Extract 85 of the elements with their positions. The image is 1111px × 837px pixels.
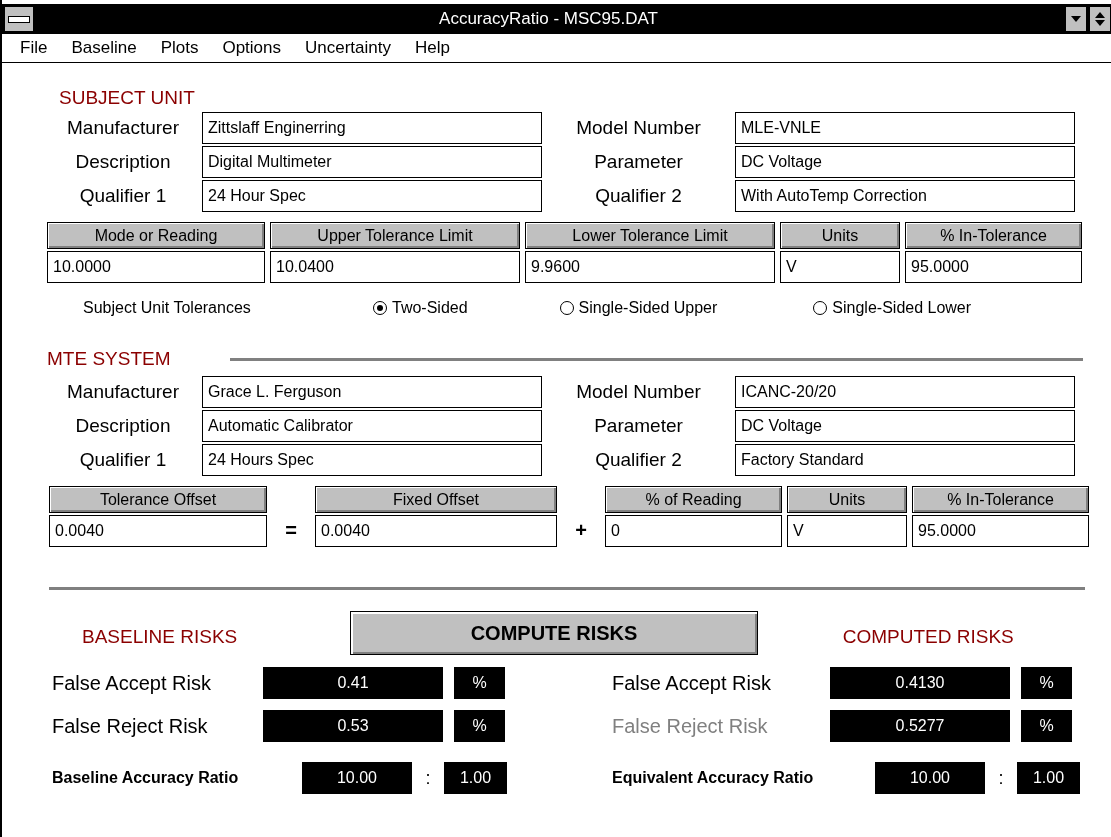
menu-item[interactable]: Plots [160,38,199,58]
minimize-icon[interactable] [1065,6,1087,32]
value-field[interactable]: 95.0000 [905,251,1082,283]
ratio-value: 10.00 [302,762,412,794]
restore-icon[interactable] [1089,6,1111,32]
field-label: Qualifier 2 [594,449,683,471]
section-heading: SUBJECT UNIT [59,87,196,110]
radio-button[interactable]: Single-Sided Lower [813,299,972,317]
value-field[interactable]: 0 [605,515,782,547]
compute-risks-button[interactable]: COMPUTE RISKS [350,611,758,655]
field-label: Qualifier 2 [594,185,683,207]
ratio-value: 1.00 [444,762,507,794]
text-field[interactable]: Grace L. Ferguson [202,376,542,408]
text-field[interactable]: With AutoTemp Correction [735,180,1075,212]
risk-label: False Accept Risk [612,671,772,695]
column-header-button[interactable]: Units [780,222,900,249]
value-field[interactable]: 10.0000 [47,251,265,283]
column-header-button[interactable]: Lower Tolerance Limit [525,222,775,249]
section-heading: COMPUTED RISKS [842,626,1015,648]
field-label: Model Number [575,117,702,139]
field-label: Manufacturer [66,381,180,403]
value-field[interactable]: 95.0000 [912,515,1089,547]
field-label: Qualifier 1 [78,185,168,207]
column-header-button[interactable]: Mode or Reading [47,222,265,249]
field-label: Parameter [593,415,684,437]
risk-value: 0.4130 [830,667,1010,699]
ratio-value: 10.00 [875,762,985,794]
menu-item[interactable]: Options [222,38,281,58]
tolerances-label: Subject Unit Tolerances [83,299,252,317]
system-menu-icon[interactable] [4,6,34,32]
risk-value: 0.5277 [830,710,1010,742]
text-field[interactable]: DC Voltage [735,410,1075,442]
text-field[interactable]: DC Voltage [735,146,1075,178]
section-heading: MTE SYSTEM [47,348,172,370]
operator-sign: + [575,518,587,543]
field-label: Parameter [593,151,684,173]
risk-label: False Reject Risk [52,714,209,738]
ratio-separator: : [997,767,1005,789]
risk-label: False Accept Risk [52,671,212,695]
field-label: Description [74,151,172,173]
text-field[interactable]: Automatic Calibrator [202,410,542,442]
column-header-button[interactable]: % In-Tolerance [912,486,1089,513]
operator-sign: = [285,518,297,543]
field-label: Qualifier 1 [78,449,168,471]
unit-label: % [454,667,505,699]
risk-label: False Reject Risk [612,714,769,738]
value-field[interactable]: 10.0400 [270,251,520,283]
text-field[interactable]: Digital Multimeter [202,146,542,178]
radio-button[interactable]: Two-Sided [373,299,468,317]
menu-item[interactable]: Uncertainty [305,38,391,58]
column-header-button[interactable]: Fixed Offset [315,486,557,513]
ratio-separator: : [424,767,432,789]
risk-value: 0.53 [263,710,443,742]
window-title: AccuracyRatio - MSC95.DAT [438,9,659,29]
text-field[interactable]: ICANC-20/20 [735,376,1075,408]
unit-label: % [1021,710,1072,742]
field-label: Manufacturer [66,117,180,139]
value-field[interactable]: 9.9600 [525,251,775,283]
ratio-value: 1.00 [1017,762,1080,794]
value-field[interactable]: 0.0040 [49,515,267,547]
text-field[interactable]: Zittslaff Enginerring [202,112,542,144]
column-header-button[interactable]: % of Reading [605,486,782,513]
menu-item[interactable]: Help [415,38,450,58]
field-label: Description [74,415,172,437]
text-field[interactable]: 24 Hour Spec [202,180,542,212]
menu-item[interactable]: Baseline [71,38,137,58]
value-field[interactable]: V [787,515,907,547]
value-field[interactable]: 0.0040 [315,515,557,547]
value-field[interactable]: V [780,251,900,283]
column-header-button[interactable]: Upper Tolerance Limit [270,222,520,249]
text-field[interactable]: 24 Hours Spec [202,444,542,476]
unit-label: % [454,710,505,742]
column-header-button[interactable]: Tolerance Offset [49,486,267,513]
field-label: Model Number [575,381,702,403]
section-heading: BASELINE RISKS [82,626,239,648]
unit-label: % [1021,667,1072,699]
text-field[interactable]: MLE-VNLE [735,112,1075,144]
ratio-label: Baseline Accuracy Ratio [52,769,240,787]
risk-value: 0.41 [263,667,443,699]
column-header-button[interactable]: % In-Tolerance [905,222,1082,249]
text-field[interactable]: Factory Standard [735,444,1075,476]
radio-button[interactable]: Single-Sided Upper [559,299,718,317]
column-header-button[interactable]: Units [787,486,907,513]
ratio-label: Equivalent Accuracy Ratio [612,769,815,787]
menu-item[interactable]: File [20,38,48,58]
